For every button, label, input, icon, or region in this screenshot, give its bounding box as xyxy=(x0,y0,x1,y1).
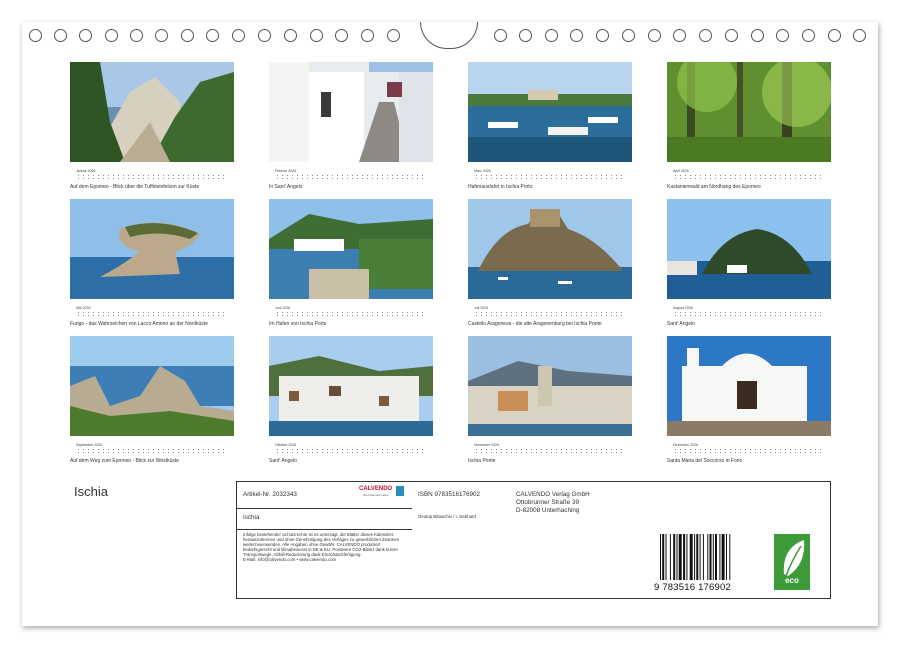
photo-october xyxy=(269,336,433,436)
brand-mark-icon xyxy=(396,486,404,496)
photo-september xyxy=(70,336,234,436)
binding-ring xyxy=(802,29,815,42)
photo-caption: Hafenausfahrt in Ischia Porto xyxy=(468,184,533,190)
month-tile-june: Juni 2026 Im Hafen von Ischia Porto xyxy=(269,199,433,327)
binding-ring xyxy=(699,29,712,42)
binding-ring xyxy=(596,29,609,42)
binding-ring xyxy=(494,29,507,42)
month-label: Juli 2026 xyxy=(474,306,489,310)
month-tile-february: Februar 2026 In Sant' Angelo xyxy=(269,62,433,190)
binding-ring xyxy=(206,29,219,42)
product-info-box: Artikel-Nr. 2032343 CALVENDO Die Kalende… xyxy=(236,481,414,599)
photo-caption: Auf dem Epomeo - Blick über die Tuffstei… xyxy=(70,184,200,190)
brand-logo: CALVENDO xyxy=(359,486,393,492)
binding-ring xyxy=(648,29,661,42)
photo-caption: Sant' Angelo xyxy=(269,458,297,464)
photo-caption: Fungo - das Wahrzeichen von Lacco Ameno … xyxy=(70,321,208,327)
isbn: ISBN 9783516176902 xyxy=(418,491,480,498)
calendar-title: Ischia xyxy=(74,484,108,499)
brand-tagline: Die Kalendermarke xyxy=(363,493,389,497)
photo-november xyxy=(468,336,632,436)
month-tile-october: Oktober 2026 Sant' Angelo xyxy=(269,336,433,464)
publisher-street: Ottobrunner Straße 39 xyxy=(516,499,580,506)
contact-email: E-Mail: info@calvendo.com • www.calvendo… xyxy=(243,557,337,562)
binding-ring xyxy=(828,29,841,42)
eco-badge: eco xyxy=(774,534,810,590)
binding-ring xyxy=(570,29,583,42)
photo-caption: Sant' Angelo xyxy=(667,321,695,327)
binding-ring xyxy=(335,29,348,42)
binding-ring xyxy=(181,29,194,42)
binding-ring xyxy=(853,29,866,42)
photo-february xyxy=(269,62,433,162)
month-label: September 2026 xyxy=(76,443,102,447)
binding-ring xyxy=(361,29,374,42)
binding-ring xyxy=(130,29,143,42)
month-label: Dezember 2026 xyxy=(673,443,698,447)
article-row: Artikel-Nr. 2032343 CALVENDO Die Kalende… xyxy=(237,482,413,509)
month-tile-august: August 2026 Sant' Angelo xyxy=(667,199,831,327)
binding-ring xyxy=(284,29,297,42)
eco-label: eco xyxy=(785,576,799,585)
photo-caption: Santa Maria del Soccorso in Forio xyxy=(667,458,743,464)
barcode-number: 9 783516 176902 xyxy=(654,582,731,593)
month-label: April 2026 xyxy=(673,169,689,173)
photo-june xyxy=(269,199,433,299)
publisher-city: D-82008 Unterhaching xyxy=(516,507,580,514)
photo-march xyxy=(468,62,632,162)
month-label: Oktober 2026 xyxy=(275,443,297,447)
binding-ring xyxy=(79,29,92,42)
month-tile-april: April 2026 Kastanienwald am Nordhang des… xyxy=(667,52,832,190)
month-tile-december: Dezember 2026 Santa Maria del Soccorso i… xyxy=(667,336,831,464)
photo-caption: Ischia Ponte xyxy=(468,458,496,464)
binding-ring xyxy=(776,29,789,42)
photo-caption: Kastanienwald am Nordhang des Epomeo xyxy=(667,184,761,190)
photo-may xyxy=(70,199,234,299)
month-label: August 2026 xyxy=(673,306,693,310)
photo-caption: Im Hafen von Ischia Porto xyxy=(269,321,327,327)
month-label: Januar 2026 xyxy=(76,169,96,173)
photo-december xyxy=(667,336,831,436)
month-tile-november: November 2026 Ischia Ponte xyxy=(468,336,632,464)
photo-caption: In Sant' Angelo xyxy=(269,184,303,190)
calendar-back-page: Januar 2026 Auf dem Epomeo - Blick über … xyxy=(22,22,878,626)
binding-ring xyxy=(54,29,67,42)
binding-ring xyxy=(622,29,635,42)
month-tile-september: September 2026 Auf dem Weg zum Epomeo - … xyxy=(70,336,234,464)
photo-caption: Auf dem Weg zum Epomeo - Blick zur Westk… xyxy=(70,458,180,464)
binding-ring xyxy=(519,29,532,42)
month-label: Mai 2026 xyxy=(76,306,91,310)
month-tile-march: März 2026 Hafenausfahrt in Ischia Porto xyxy=(468,62,632,190)
month-label: Juni 2026 xyxy=(275,306,291,310)
publisher-box: ISBN 9783516176902 Geotop Bildarchiv / I… xyxy=(412,481,635,599)
photo-july xyxy=(468,199,632,299)
binding-ring xyxy=(29,29,42,42)
binding-ring xyxy=(310,29,323,42)
binding-ring xyxy=(545,29,558,42)
binding-ring xyxy=(387,29,400,42)
binding-ring xyxy=(673,29,686,42)
month-tile-july: Juli 2026 Castello Aragonese - die alte … xyxy=(468,199,632,327)
binding-ring xyxy=(232,29,245,42)
product-name-row: Ischia xyxy=(237,508,413,530)
month-tile-january: Januar 2026 Auf dem Epomeo - Blick über … xyxy=(70,62,234,190)
month-label: März 2026 xyxy=(474,169,491,173)
month-tile-may: Mai 2026 Fungo - das Wahrzeichen von Lac… xyxy=(70,199,234,327)
article-number: Artikel-Nr. 2032343 xyxy=(243,491,297,498)
binding-ring xyxy=(155,29,168,42)
product-name: Ischia xyxy=(243,514,260,521)
month-label: November 2026 xyxy=(474,443,499,447)
photo-caption: Castello Aragonese - die alte Aragonenbu… xyxy=(468,321,602,327)
photo-april xyxy=(667,52,832,162)
legal-notice: Infolge bestehender Schutzrechte ist es … xyxy=(243,532,400,562)
publisher-name: CALVENDO Verlag GmbH xyxy=(516,491,590,498)
binding-ring xyxy=(258,29,271,42)
month-label: Februar 2026 xyxy=(275,169,297,173)
binding-ring xyxy=(751,29,764,42)
photo-january xyxy=(70,62,234,162)
binding-ring xyxy=(725,29,738,42)
binding-ring xyxy=(105,29,118,42)
photo-august xyxy=(667,199,831,299)
author: Geotop Bildarchiv / I. Gebhard xyxy=(418,514,476,519)
